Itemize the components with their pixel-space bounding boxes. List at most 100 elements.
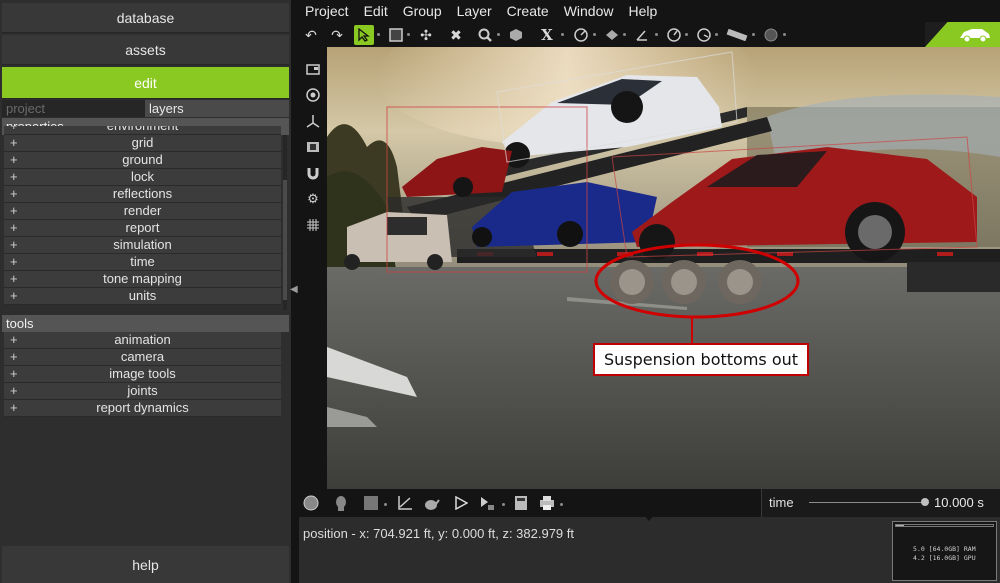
list-item[interactable]: + report dynamics [4, 400, 281, 417]
left-panel: database assets edit project layers prop… [0, 0, 291, 583]
list-item[interactable]: + grid [4, 135, 281, 152]
time-label: time [769, 495, 794, 510]
printer-icon[interactable] [537, 493, 557, 513]
list-item-label: simulation [113, 237, 172, 252]
magnet-icon[interactable] [303, 163, 323, 183]
help-button[interactable]: help [2, 546, 289, 583]
list-item[interactable]: + lock [4, 169, 281, 186]
head-icon[interactable] [331, 493, 351, 513]
3d-viewport[interactable]: Suspension bottoms out [327, 47, 1000, 489]
tab-project[interactable]: project [2, 100, 145, 117]
list-item[interactable]: + time [4, 254, 281, 271]
list-item-label: grid [131, 135, 154, 150]
properties-scrollbar-thumb[interactable] [283, 180, 287, 300]
expand-plus-icon[interactable]: + [10, 220, 18, 236]
undo-icon[interactable]: ↶ [301, 25, 321, 45]
list-item-label: report dynamics [96, 400, 189, 415]
ruler-icon[interactable] [724, 25, 750, 45]
menu-project[interactable]: Project [305, 3, 349, 19]
calculator-icon[interactable] [511, 493, 531, 513]
teapot-icon[interactable] [421, 493, 441, 513]
edit-button[interactable]: edit [2, 67, 289, 99]
car-logo-icon [960, 28, 990, 42]
pin-icon[interactable]: ✣ [416, 25, 436, 45]
list-item[interactable]: + joints [4, 383, 281, 400]
box-select-icon[interactable] [386, 25, 406, 45]
redo-icon[interactable]: ↷ [327, 25, 347, 45]
step-icon[interactable] [477, 493, 497, 513]
list-item[interactable]: + image tools [4, 366, 281, 383]
list-item[interactable]: + environment [4, 126, 281, 135]
database-button[interactable]: database [2, 3, 289, 33]
list-item[interactable]: + simulation [4, 237, 281, 254]
expand-plus-icon[interactable]: + [10, 126, 18, 134]
expand-plus-icon[interactable]: + [10, 254, 18, 270]
list-item-label: time [130, 254, 155, 269]
expand-plus-icon[interactable]: + [10, 271, 18, 287]
time-slider-knob[interactable] [921, 498, 929, 506]
list-item[interactable]: + tone mapping [4, 271, 281, 288]
expand-plus-icon[interactable]: + [10, 135, 18, 151]
tools-header[interactable]: tools [2, 315, 289, 332]
film-icon[interactable] [303, 137, 323, 157]
expand-plus-icon[interactable]: + [10, 288, 18, 304]
list-item[interactable]: + reflections [4, 186, 281, 203]
list-item[interactable]: + render [4, 203, 281, 220]
list-item-label: tone mapping [103, 271, 182, 286]
menu-layer[interactable]: Layer [457, 3, 492, 19]
list-item[interactable]: + ground [4, 152, 281, 169]
expand-plus-icon[interactable]: + [10, 400, 18, 416]
gauge-alt-icon[interactable] [694, 25, 714, 45]
menu-create[interactable]: Create [507, 3, 549, 19]
collapse-left-icon[interactable]: ◀ [290, 284, 298, 295]
grid-icon[interactable] [303, 215, 323, 235]
list-item-label: camera [120, 349, 165, 364]
expand-plus-icon[interactable]: + [10, 332, 18, 348]
menu-window[interactable]: Window [564, 3, 614, 19]
time-value: 10.000 s [934, 495, 984, 510]
list-item[interactable]: + units [4, 288, 281, 305]
axes-icon[interactable] [303, 111, 323, 131]
time-slider[interactable] [809, 502, 927, 503]
tab-layers[interactable]: layers [145, 100, 289, 117]
menu-group[interactable]: Group [403, 3, 442, 19]
status-collapse-icon[interactable] [644, 515, 654, 521]
list-item-label: lock [130, 169, 155, 184]
assets-button[interactable]: assets [2, 35, 289, 65]
gauge-icon[interactable] [664, 25, 684, 45]
list-item[interactable]: + animation [4, 332, 281, 349]
expand-plus-icon[interactable]: + [10, 237, 18, 253]
expand-plus-icon[interactable]: + [10, 366, 18, 382]
viewport-icon[interactable] [303, 59, 323, 79]
select-arrow-icon[interactable] [354, 25, 374, 45]
x-axis-icon[interactable]: X [537, 25, 557, 45]
list-item[interactable]: + camera [4, 349, 281, 366]
memory-monitor: 5.0 [64.0GB] RAM 4.2 [16.0GB] GPU [892, 521, 997, 581]
graph-axes-icon[interactable] [395, 493, 415, 513]
expand-plus-icon[interactable]: + [10, 152, 18, 168]
menu-bar: Project Edit Group Layer Create Window H… [299, 0, 1000, 22]
material-square-icon[interactable] [361, 493, 381, 513]
app-logo [925, 22, 1000, 47]
cube-icon[interactable] [506, 25, 526, 45]
expand-plus-icon[interactable]: + [10, 203, 18, 219]
record-icon[interactable] [761, 25, 781, 45]
angle-icon[interactable] [632, 25, 652, 45]
list-item-label: ground [122, 152, 163, 167]
expand-plus-icon[interactable]: + [10, 186, 18, 202]
zoom-icon[interactable] [475, 25, 495, 45]
list-item[interactable]: + report [4, 220, 281, 237]
settings-gear-icon[interactable]: ⚙ [303, 189, 323, 209]
memory-bar [895, 524, 994, 527]
play-icon[interactable] [451, 493, 471, 513]
measure-icon[interactable] [571, 25, 591, 45]
menu-edit[interactable]: Edit [364, 3, 388, 19]
plane-icon[interactable] [602, 25, 622, 45]
target-icon[interactable] [303, 85, 323, 105]
expand-plus-icon[interactable]: + [10, 349, 18, 365]
delete-x-icon[interactable]: ✖ [446, 25, 466, 45]
menu-help[interactable]: Help [628, 3, 657, 19]
expand-plus-icon[interactable]: + [10, 169, 18, 185]
expand-plus-icon[interactable]: + [10, 383, 18, 399]
sphere-icon[interactable] [301, 493, 321, 513]
